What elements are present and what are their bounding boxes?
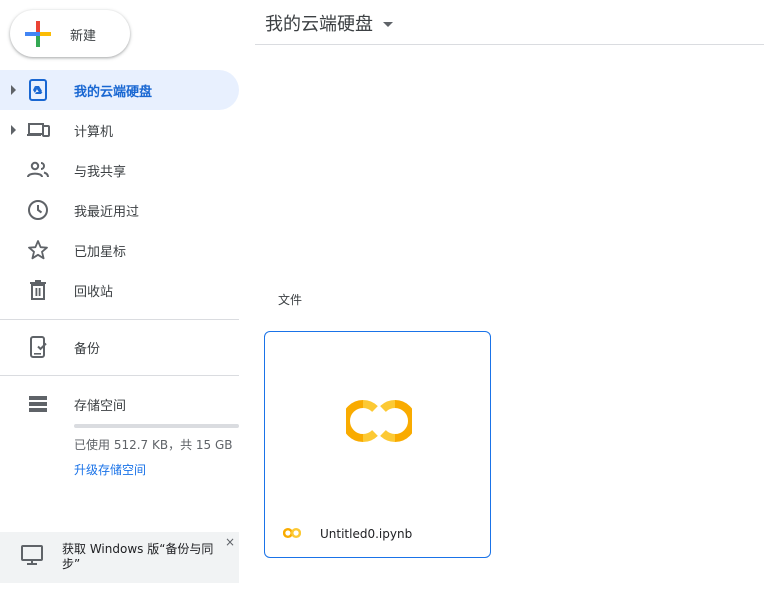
expand-caret-icon[interactable] (11, 125, 16, 135)
sidebar-item-backups[interactable]: 备份 (0, 327, 239, 367)
files-section-label: 文件 (278, 293, 303, 307)
computers-icon (27, 123, 50, 137)
sidebar-item-label: 已加星标 (74, 245, 127, 260)
sidebar-item-label: 存储空间 (74, 399, 127, 414)
star-icon (28, 240, 48, 260)
monitor-icon (21, 545, 43, 565)
colab-file-icon (283, 527, 301, 539)
backup-sync-promo[interactable]: 获取 Windows 版“备份与同步” × (0, 532, 239, 583)
shared-icon (27, 161, 49, 178)
sidebar-item-trash[interactable]: 回收站 (0, 270, 239, 310)
drive-icon (29, 79, 47, 101)
sidebar-item-starred[interactable]: 已加星标 (0, 230, 239, 270)
sidebar-item-shared[interactable]: 与我共享 (0, 150, 239, 190)
sidebar-divider (0, 319, 239, 320)
expand-caret-icon[interactable] (11, 85, 16, 95)
sidebar-item-recent[interactable]: 我最近用过 (0, 190, 239, 230)
promo-text: 获取 Windows 版“备份与同步” (62, 542, 214, 571)
close-icon[interactable]: × (225, 535, 235, 549)
clock-icon (28, 200, 48, 220)
sidebar-item-my-drive[interactable]: 我的云端硬盘 (0, 70, 239, 110)
sidebar-item-label: 与我共享 (74, 165, 127, 180)
sidebar-divider (0, 375, 239, 376)
storage-icon (29, 396, 47, 412)
page-title[interactable]: 我的云端硬盘 (265, 10, 393, 36)
sidebar-item-storage[interactable]: 存储空间 (0, 384, 239, 424)
file-name: Untitled0.ipynb (320, 527, 413, 541)
trash-icon (30, 280, 46, 300)
upgrade-storage-link[interactable]: 升级存储空间 (74, 461, 146, 478)
colab-icon (346, 400, 412, 442)
plus-icon (25, 21, 51, 47)
sidebar-item-computers[interactable]: 计算机 (0, 110, 239, 150)
new-button-label: 新建 (70, 29, 97, 44)
header-divider (255, 44, 764, 45)
storage-used-text: 已使用 512.7 KB，共 15 GB (74, 438, 233, 452)
backup-icon (30, 336, 47, 358)
sidebar-item-label: 回收站 (74, 285, 114, 300)
new-button[interactable]: 新建 (10, 10, 130, 57)
file-card[interactable]: Untitled0.ipynb (264, 331, 491, 558)
storage-progress-bar (74, 424, 239, 428)
sidebar-item-label: 备份 (74, 342, 101, 357)
sidebar-item-label: 我的云端硬盘 (74, 85, 153, 100)
sidebar-item-label: 我最近用过 (74, 205, 140, 220)
sidebar-item-label: 计算机 (74, 125, 114, 140)
dropdown-arrow-icon (383, 21, 393, 27)
page-title-text: 我的云端硬盘 (265, 14, 373, 35)
